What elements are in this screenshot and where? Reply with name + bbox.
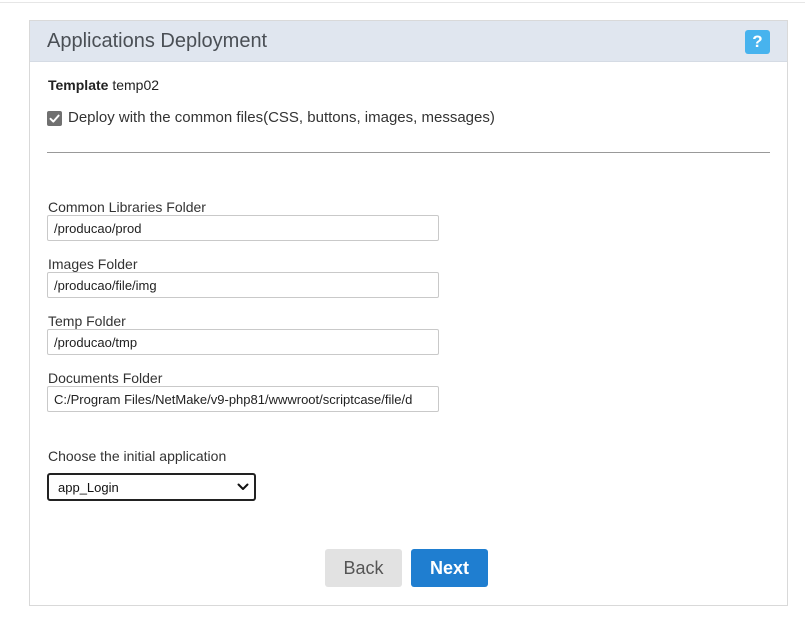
check-icon <box>49 114 60 123</box>
back-button[interactable]: Back <box>325 549 402 587</box>
chevron-down-icon <box>237 483 249 490</box>
documents-folder-input[interactable] <box>47 386 439 412</box>
top-border-line <box>0 2 805 3</box>
deploy-common-files-checkbox[interactable] <box>47 111 62 126</box>
initial-app-selected-value: app_Login <box>58 480 119 495</box>
images-folder-label: Images Folder <box>48 256 138 272</box>
section-divider <box>47 152 770 153</box>
deploy-common-files-label: Deploy with the common files(CSS, button… <box>68 109 495 126</box>
common-libraries-label: Common Libraries Folder <box>48 199 206 215</box>
documents-folder-label: Documents Folder <box>48 370 163 386</box>
temp-folder-input[interactable] <box>47 329 439 355</box>
initial-app-select[interactable]: app_Login <box>47 473 256 501</box>
help-button[interactable]: ? <box>745 30 770 54</box>
next-button[interactable]: Next <box>411 549 488 587</box>
template-value: temp02 <box>112 77 160 93</box>
panel-header: Applications Deployment ? <box>30 21 787 62</box>
initial-app-label: Choose the initial application <box>48 448 227 464</box>
template-label: Template <box>48 77 109 93</box>
page-title: Applications Deployment <box>47 30 268 52</box>
common-libraries-input[interactable] <box>47 215 439 241</box>
deployment-panel: Applications Deployment ? Template temp0… <box>29 20 788 606</box>
template-info: Template temp02 <box>48 77 159 93</box>
temp-folder-label: Temp Folder <box>48 313 126 329</box>
images-folder-input[interactable] <box>47 272 439 298</box>
